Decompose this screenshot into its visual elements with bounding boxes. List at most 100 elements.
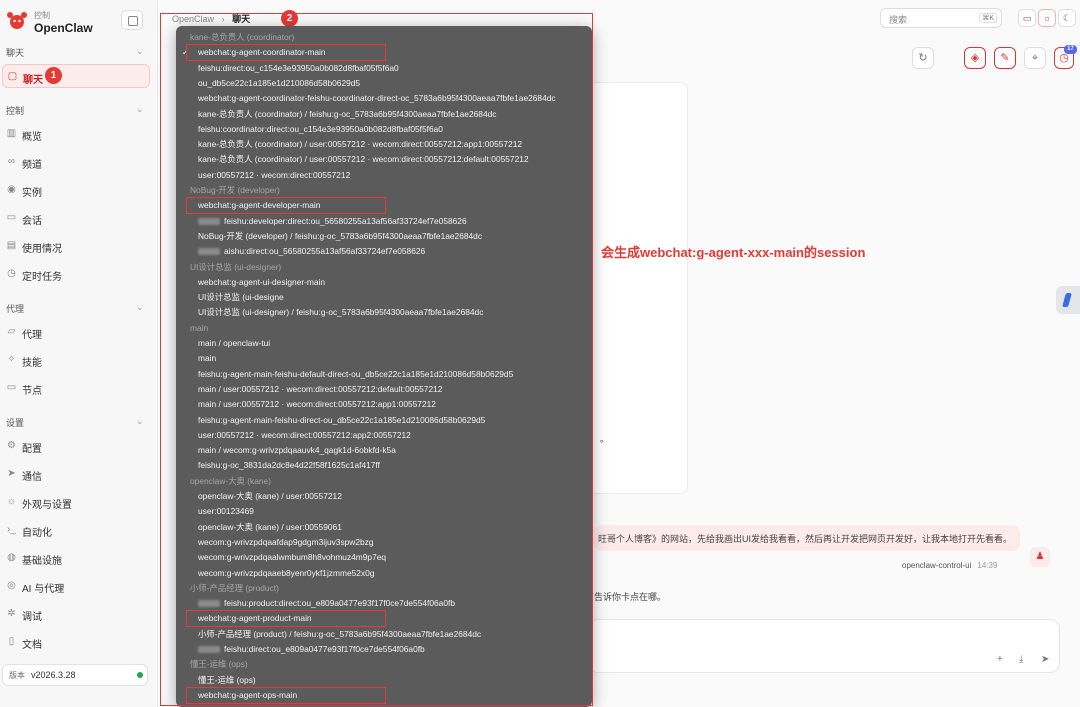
moon-icon[interactable]: ☾ <box>1058 9 1076 27</box>
monitor-icon[interactable]: ▭ <box>1018 9 1036 27</box>
notification-badge: 17 <box>1064 45 1077 54</box>
sidebar-item-label: 调试 <box>22 612 42 623</box>
sidebar-item-docs[interactable]: ▯ 文档 <box>2 630 150 654</box>
annotation-highlight-box <box>186 610 386 628</box>
sun-icon[interactable]: ☼ <box>1038 9 1056 27</box>
assistant-reply-fragment: 告诉你卡点在哪。 <box>594 592 667 602</box>
sidebar-item-debug[interactable]: ✲ 调试 <box>2 602 150 626</box>
chat-icon: ▢ <box>7 71 18 82</box>
side-panel-tab[interactable] <box>1056 286 1080 314</box>
message-fragment: 。 <box>600 434 610 444</box>
sidebar-item-label: 通信 <box>22 472 42 483</box>
file-icon: ▭ <box>6 212 17 223</box>
version-label: 版本 <box>9 671 25 680</box>
search-shortcut: ⌘K <box>979 13 997 23</box>
user-avatar-icon: ♟ <box>1030 547 1050 567</box>
gear-icon: ⚙ <box>7 440 16 451</box>
focus-icon[interactable]: ⌖ <box>1024 47 1046 69</box>
message-time: 14:39 <box>977 561 998 570</box>
sidebar-item-label: 配置 <box>22 444 42 455</box>
chevron-down-icon[interactable]: ⌄ <box>136 416 144 427</box>
sidebar-item-appearance[interactable]: ☼ 外观与设置 <box>2 490 150 514</box>
annotation-highlight-box <box>186 686 386 704</box>
search-input[interactable]: 搜索 ⌘K <box>880 8 1002 28</box>
sidebar-item-label: 基础设施 <box>22 556 62 567</box>
send-icon[interactable]: ➤ <box>1041 654 1049 665</box>
sidebar-item-config[interactable]: ⚙ 配置 <box>2 434 150 458</box>
brand-name: OpenClaw <box>34 21 93 35</box>
download-icon[interactable]: ⤓ <box>1019 654 1023 665</box>
sidebar-item-channels[interactable]: ∞ 频道 <box>2 150 150 174</box>
sidebar-item-label: 自动化 <box>22 528 52 539</box>
status-dot-icon <box>137 672 143 678</box>
annotation-badge-1: 1 <box>45 67 62 84</box>
user-message-bubble: 旺哥个人博客》的网站，先给我画出UI发给我看看，然后再让开发把网页开发好，让我本… <box>594 525 1020 551</box>
sidebar-item-label: 实例 <box>22 188 42 199</box>
terminal-icon: ›_ <box>7 524 16 535</box>
lobster-logo-icon <box>7 12 27 29</box>
search-placeholder: 搜索 <box>889 15 908 25</box>
sidebar-item-label: 聊天 <box>23 75 43 86</box>
chat-input[interactable]: + ⤓ ➤ <box>588 619 1060 673</box>
clock-icon: ◷ <box>7 268 16 279</box>
sidebar-item-infrastructure[interactable]: ◍ 基础设施 <box>2 546 150 570</box>
radio-icon: ◉ <box>7 184 16 195</box>
sidebar-item-label: 会话 <box>22 216 42 227</box>
send-icon: ➤ <box>7 468 16 479</box>
plus-icon[interactable]: + <box>997 654 1003 665</box>
sidebar-item-label: AI 与代理 <box>22 584 65 595</box>
sidebar-item-label: 文档 <box>22 640 42 651</box>
sidebar-item-label: 频道 <box>22 160 42 171</box>
bug-icon: ✲ <box>7 608 16 619</box>
sidebar-collapse-button[interactable] <box>121 10 143 30</box>
sidebar-item-skills[interactable]: ✧ 技能 <box>2 348 150 372</box>
chevron-down-icon[interactable]: ⌄ <box>136 104 144 115</box>
message-sender: openclaw-control-ui <box>902 561 972 570</box>
annotation-highlight-box <box>186 197 386 215</box>
link-icon: ∞ <box>7 156 16 167</box>
annotation-highlight-box <box>186 44 386 62</box>
chart-icon: ▥ <box>6 128 17 139</box>
globe-icon: ◍ <box>7 552 16 563</box>
section-title-chat: 聊天 <box>6 48 25 58</box>
sidebar-item-chat[interactable]: ▢ 聊天 <box>2 64 150 88</box>
sidebar-item-agents[interactable]: ▱ 代理 <box>2 320 150 344</box>
sidebar-item-instances[interactable]: ◉ 实例 <box>2 178 150 202</box>
message-meta: openclaw-control-ui 14:39 <box>902 561 997 570</box>
bar-chart-icon: ▤ <box>6 240 17 251</box>
monitor-icon: ▭ <box>6 382 17 393</box>
folder-icon: ▱ <box>7 326 16 337</box>
sidebar: 控制 OpenClaw 聊天 ⌄ ▢ 聊天 1 控制 ⌄ ▥ 概览 ∞ 频道 ◉… <box>0 0 158 707</box>
user-message-text: 旺哥个人博客》的网站，先给我画出UI发给我看看，然后再让开发把网页开发好，让我本… <box>598 534 1013 544</box>
wrench-icon[interactable]: ✎ <box>994 47 1016 69</box>
chevron-down-icon[interactable]: ⌄ <box>136 46 144 57</box>
annotation-highlight-box <box>160 13 593 706</box>
sidebar-item-overview[interactable]: ▥ 概览 <box>2 122 150 146</box>
sidebar-item-usage[interactable]: ▤ 使用情况 <box>2 234 150 258</box>
sidebar-item-label: 节点 <box>22 386 42 397</box>
sidebar-item-automation[interactable]: ›_ 自动化 <box>2 518 150 542</box>
sidebar-item-nodes[interactable]: ▭ 节点 <box>2 376 150 400</box>
sidebar-item-ai-agents[interactable]: ◎ AI 与代理 <box>2 574 150 598</box>
brain-icon[interactable]: ◈ <box>964 47 986 69</box>
sidebar-item-label: 使用情况 <box>22 244 62 255</box>
sidebar-item-sessions[interactable]: ▭ 会话 <box>2 206 150 230</box>
section-title-settings: 设置 <box>6 418 25 428</box>
sun-icon: ☼ <box>6 496 17 507</box>
sidebar-item-label: 外观与设置 <box>22 500 72 511</box>
refresh-icon[interactable]: ↻ <box>912 47 934 69</box>
sidebar-item-label: 技能 <box>22 358 42 369</box>
section-title-control: 控制 <box>6 106 25 116</box>
brand-subtitle: 控制 <box>34 11 50 20</box>
version-info: 版本 v2026.3.28 <box>2 664 148 686</box>
sidebar-item-label: 定时任务 <box>22 272 62 283</box>
sidebar-item-label: 概览 <box>22 132 42 143</box>
sidebar-item-cron[interactable]: ◷ 定时任务 <box>2 262 150 286</box>
ai-icon: ◎ <box>7 580 16 591</box>
sidebar-item-communication[interactable]: ➤ 通信 <box>2 462 150 486</box>
sidebar-item-label: 代理 <box>22 330 42 341</box>
chevron-down-icon[interactable]: ⌄ <box>136 302 144 313</box>
book-icon: ▯ <box>8 636 15 647</box>
version-value: v2026.3.28 <box>31 670 76 680</box>
annotation-note: 会生成webchat:g-agent-xxx-main的session <box>601 245 866 260</box>
